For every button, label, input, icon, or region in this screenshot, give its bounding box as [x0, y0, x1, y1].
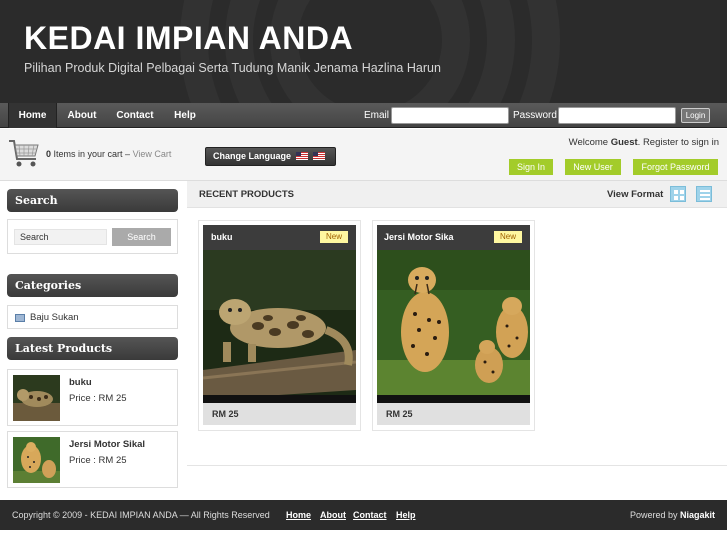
new-badge: New	[494, 231, 522, 243]
nav-home[interactable]: Home	[8, 103, 57, 128]
site-tagline: Pilihan Produk Digital Pelbagai Serta Tu…	[24, 61, 441, 75]
list-view-icon[interactable]	[696, 186, 712, 202]
view-cart-link[interactable]: View Cart	[133, 149, 172, 159]
email-input[interactable]	[391, 107, 509, 124]
guest-name: Guest	[610, 137, 638, 148]
change-language-button[interactable]: Change Language	[205, 147, 336, 166]
cart-count: 0	[46, 149, 52, 159]
password-input[interactable]	[558, 107, 676, 124]
latest-product-price: Price : RM 25	[69, 393, 127, 404]
nav-about[interactable]: About	[61, 103, 103, 128]
password-label: Password	[513, 110, 557, 121]
product-image[interactable]	[377, 250, 530, 403]
login-button[interactable]: Login	[681, 108, 710, 123]
content-divider	[187, 465, 727, 466]
product-thumbnail[interactable]	[13, 437, 60, 483]
product-name[interactable]: buku	[211, 232, 233, 242]
copyright-text: Copyright © 2009 - KEDAI IMPIAN ANDA — A…	[12, 510, 270, 520]
latest-product-name[interactable]: Jersi Motor Sikal	[69, 439, 145, 450]
footer-link-about[interactable]: About	[320, 510, 346, 520]
category-item[interactable]: Baju Sukan	[30, 312, 79, 323]
view-format-label: View Format	[607, 189, 664, 200]
folder-icon	[15, 314, 25, 322]
welcome-prefix: Welcome	[568, 137, 609, 148]
footer-link-contact[interactable]: Contact	[353, 510, 387, 520]
powered-by-link[interactable]: Niagakit	[680, 510, 715, 520]
categories-heading: Categories	[7, 274, 178, 297]
product-price: RM 25	[386, 409, 413, 419]
sign-in-button[interactable]: Sign In	[509, 159, 553, 175]
cart-summary: 0 Items in your cart – View Cart	[46, 149, 171, 159]
latest-products-heading: Latest Products	[7, 337, 178, 360]
my-flag-icon[interactable]	[313, 152, 326, 160]
us-flag-icon[interactable]	[296, 152, 309, 160]
latest-product-name[interactable]: buku	[69, 377, 92, 388]
search-input[interactable]: Search	[14, 229, 107, 245]
grid-view-icon[interactable]	[670, 186, 686, 202]
forgot-password-button[interactable]: Forgot Password	[633, 159, 718, 175]
welcome-text: Welcome Guest. Register to sign in	[569, 137, 719, 148]
nav-contact[interactable]: Contact	[109, 103, 161, 128]
nav-bar: Home About Contact Help Email Password L…	[0, 103, 727, 128]
product-price: RM 25	[212, 409, 239, 419]
powered-by: Powered by Niagakit	[630, 510, 715, 520]
recent-products-title: RECENT PRODUCTS	[199, 189, 295, 200]
powered-by-label: Powered by	[629, 510, 678, 520]
product-thumbnail[interactable]	[13, 375, 60, 421]
product-name[interactable]: Jersi Motor Sika	[384, 232, 454, 242]
new-badge: New	[320, 231, 348, 243]
new-user-button[interactable]: New User	[565, 159, 621, 175]
site-title[interactable]: KEDAI IMPIAN ANDA	[24, 20, 353, 57]
search-button[interactable]: Search	[112, 228, 171, 246]
search-heading: Search	[7, 189, 178, 212]
register-text: . Register to sign in	[637, 137, 719, 148]
nav-help[interactable]: Help	[168, 103, 202, 128]
shopping-cart-icon[interactable]	[7, 135, 41, 171]
footer-link-help[interactable]: Help	[396, 510, 416, 520]
change-language-label: Change Language	[213, 151, 292, 161]
footer-link-home[interactable]: Home	[286, 510, 311, 520]
email-label: Email	[364, 110, 390, 121]
product-image[interactable]	[203, 250, 356, 403]
latest-product-price: Price : RM 25	[69, 455, 127, 466]
cart-text: Items in your cart –	[53, 149, 131, 159]
